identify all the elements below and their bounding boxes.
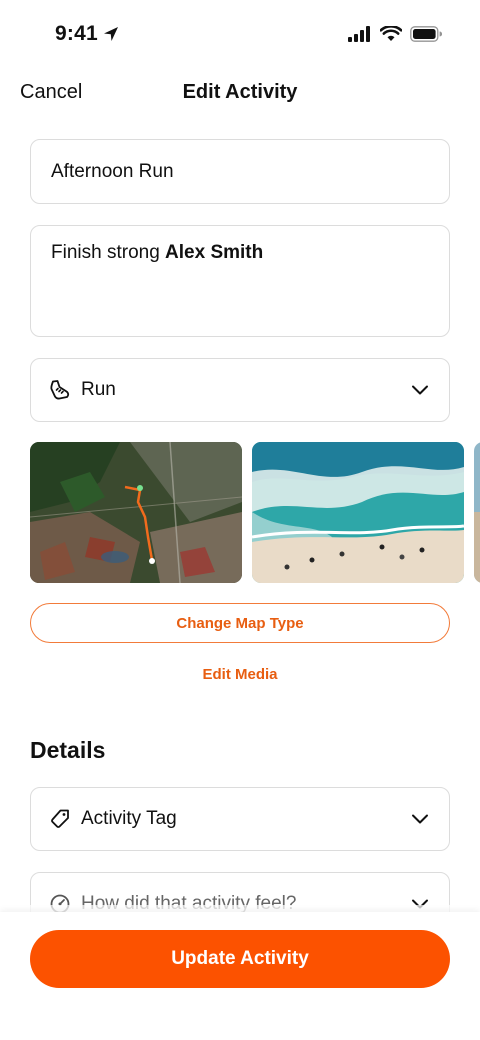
change-map-type-button[interactable]: Change Map Type	[30, 603, 450, 643]
activity-tag-select[interactable]: Activity Tag	[30, 787, 450, 851]
navigation-bar: Cancel Edit Activity	[0, 70, 480, 116]
location-arrow-icon	[103, 27, 118, 41]
media-strip[interactable]	[30, 442, 480, 583]
chevron-down-icon	[412, 814, 428, 824]
time-text: 9:41	[55, 22, 98, 45]
activity-title-value: Afternoon Run	[51, 161, 174, 182]
sport-type-label: Run	[81, 379, 116, 400]
edit-media-link[interactable]: Edit Media	[0, 666, 480, 683]
cellular-signal-icon	[348, 26, 370, 42]
activity-tag-label: Activity Tag	[81, 808, 177, 829]
description-text: Finish strong	[51, 242, 166, 263]
tag-icon	[51, 809, 69, 828]
status-bar: 9:41	[0, 0, 480, 70]
map-thumbnail[interactable]	[30, 442, 242, 583]
description-mention[interactable]: Alex Smith	[165, 242, 263, 263]
status-time: 9:41	[55, 22, 120, 46]
beach-photo[interactable]	[252, 442, 464, 583]
sport-type-select[interactable]: Run	[30, 358, 450, 422]
activity-title-field[interactable]: Afternoon Run	[30, 139, 450, 204]
activity-description-field[interactable]: Finish strong Alex Smith	[30, 225, 450, 337]
chevron-down-icon	[412, 385, 428, 395]
update-activity-button[interactable]: Update Activity	[30, 930, 450, 988]
battery-icon	[410, 26, 442, 42]
shoe-icon	[50, 380, 70, 400]
cancel-button[interactable]: Cancel	[20, 81, 82, 104]
details-section-title: Details	[30, 737, 106, 763]
partial-thumbnail[interactable]	[474, 442, 480, 583]
wifi-icon	[380, 26, 402, 41]
status-icons	[348, 26, 442, 42]
